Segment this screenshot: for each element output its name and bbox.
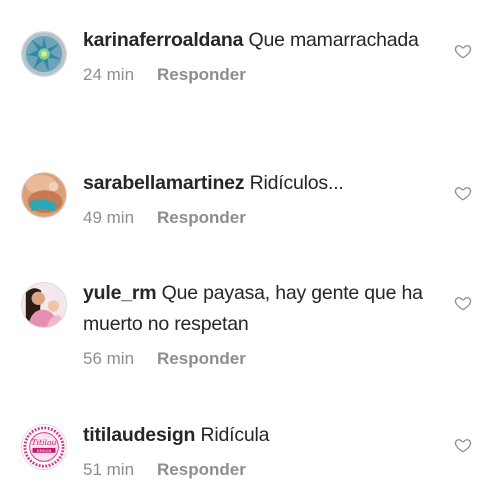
comment-time: 51 min <box>83 460 135 479</box>
avatar[interactable] <box>21 172 67 218</box>
comment-username[interactable]: yule_rm <box>83 282 157 304</box>
reply-button[interactable]: Responder <box>157 208 246 228</box>
reply-button[interactable]: Responder <box>157 460 246 480</box>
heart-outline-icon[interactable] <box>454 436 472 454</box>
avatar[interactable]: Titilau DESIGN <box>21 424 67 470</box>
comments-list: karinaferroaldana Que mamarrachada 24 mi… <box>0 0 500 500</box>
comment-time: 24 min <box>83 65 135 84</box>
heart-outline-icon[interactable] <box>454 184 472 202</box>
heart-outline-icon[interactable] <box>454 42 472 60</box>
comment-username[interactable]: titilaudesign <box>83 424 195 446</box>
comment-time: 49 min <box>83 208 135 227</box>
svg-text:DESIGN: DESIGN <box>37 448 52 453</box>
reply-button[interactable]: Responder <box>157 65 246 85</box>
comment-text: Ridícula <box>200 424 270 446</box>
comment-time: 56 min <box>83 349 135 368</box>
avatar[interactable] <box>21 31 67 77</box>
avatar[interactable] <box>21 282 67 328</box>
reply-button[interactable]: Responder <box>157 349 246 369</box>
comment-username[interactable]: karinaferroaldana <box>83 29 243 51</box>
logo-text: Titilau <box>32 438 57 447</box>
comment-text: Ridículos... <box>249 172 344 194</box>
heart-outline-icon[interactable] <box>454 294 472 312</box>
comment-text: Que mamarrachada <box>248 29 419 51</box>
comment-username[interactable]: sarabellamartinez <box>83 172 245 194</box>
